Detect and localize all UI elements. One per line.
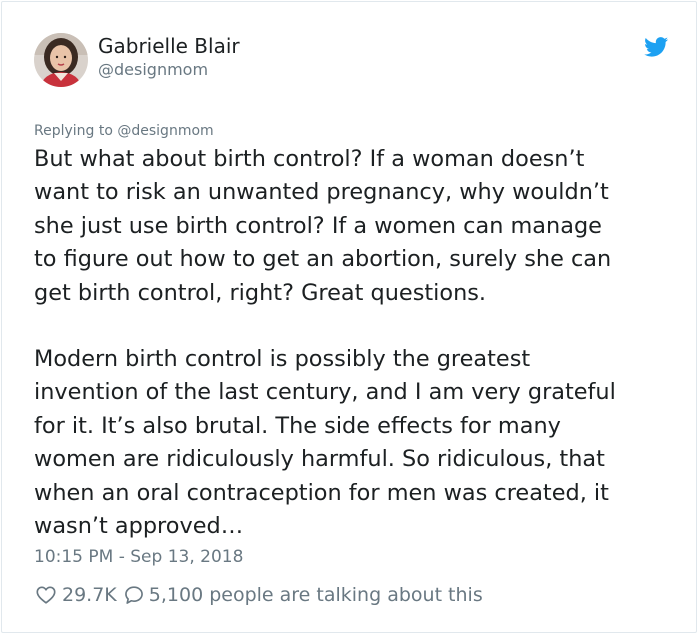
tweet-line: when an oral contraception for men was c… [34,479,609,506]
tweet-line: But what about birth control? If a woman… [34,146,585,172]
tweet-line: she just use birth control? If a women c… [34,212,602,239]
tweet-line: invention of the last century, and I am … [34,379,616,406]
like-count: 29.7K [62,584,117,606]
tweet-line: get birth control, right? Great question… [34,279,487,306]
like-button[interactable]: 29.7K [35,584,123,606]
avatar-photo [34,33,88,87]
tweet-line: want to risk an unwanted pregnancy, why … [34,179,609,206]
tweet-actions: 29.7K 5,100 people are talking about thi… [35,582,483,608]
avatar[interactable] [34,33,88,87]
conversation-link[interactable]: 5,100 people are talking about this [123,584,483,606]
tweet-timestamp[interactable]: 10:15 PM - Sep 13, 2018 [34,545,243,569]
tweet-paragraph-2: Modern birth control is possibly the gre… [34,343,684,543]
author-display-name[interactable]: Gabrielle Blair [98,34,240,58]
tweet-line: Modern birth control is possibly the gre… [34,346,531,372]
tweet-card: Gabrielle Blair @designmom Replying to @… [1,1,697,633]
replying-to[interactable]: Replying to @designmom [34,122,214,140]
twitter-bird-icon[interactable] [644,37,669,57]
tweet-line: wasn’t approved… [34,513,244,540]
author-handle[interactable]: @designmom [98,60,208,80]
tweet-line: women are ridiculously harmful. So ridic… [34,446,605,473]
tweet-line: to figure out how to get an abortion, su… [34,246,612,273]
heart-icon [36,586,56,604]
tweet-paragraph-1: But what about birth control? If a woman… [34,143,684,310]
speech-bubble-icon [124,586,143,604]
conversation-text: 5,100 people are talking about this [148,584,483,606]
tweet-line: for it. It’s also brutal. The side effec… [34,412,561,439]
